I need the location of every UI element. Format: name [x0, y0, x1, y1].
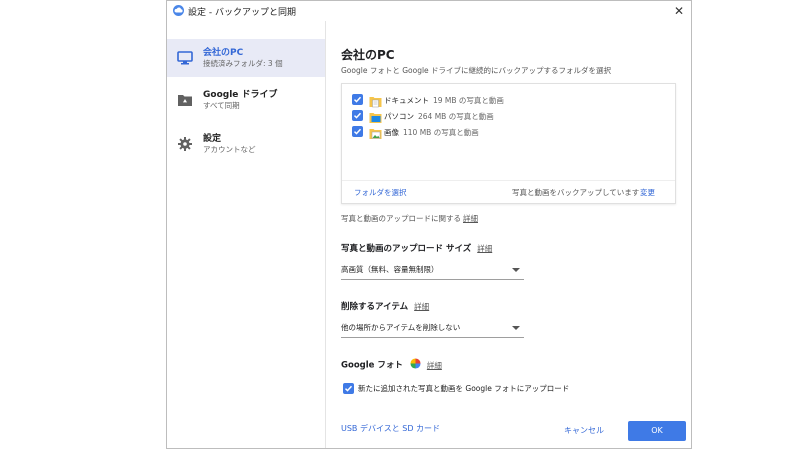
folder-row: パソコン 264 MB の写真と動画 — [352, 109, 652, 123]
sidebar-item-settings[interactable]: 設定 アカウントなど — [167, 125, 325, 163]
delete-items-detail-link[interactable]: 詳細 — [414, 302, 429, 311]
sidebar-item-sublabel: すべて同期 — [203, 101, 240, 110]
select-folders-link[interactable]: フォルダを選択 — [354, 187, 407, 198]
delete-items-value: 他の場所からアイテムを削除しない — [341, 323, 461, 332]
title-bar: 設定 - バックアップと同期 ✕ — [167, 1, 691, 21]
backup-sync-cloud-icon — [173, 5, 184, 16]
folder-row: 画像 110 MB の写真と動画 — [352, 125, 652, 139]
drive-folder-icon — [177, 92, 193, 108]
upload-size-detail-link[interactable]: 詳細 — [477, 244, 492, 253]
delete-items-select[interactable]: 他の場所からアイテムを削除しない — [341, 319, 524, 338]
gear-icon — [177, 136, 193, 152]
sidebar-item-label: Google ドライブ — [203, 90, 278, 100]
documents-folder-icon — [369, 93, 382, 108]
delete-items-heading-text: 削除するアイテム — [341, 302, 409, 312]
google-photos-upload-checkbox[interactable] — [343, 383, 354, 394]
sidebar-item-sublabel: 接続済みフォルダ: 3 個 — [203, 59, 283, 68]
upload-detail-text: 写真と動画のアップロードに関する — [341, 214, 461, 223]
folder-size: 264 MB の写真と動画 — [418, 112, 494, 121]
change-link[interactable]: 変更 — [640, 187, 655, 198]
window-title: 設定 - バックアップと同期 — [188, 8, 296, 18]
folder-name: パソコン — [384, 112, 414, 121]
google-photos-detail-link[interactable]: 詳細 — [427, 361, 442, 370]
usb-sd-card-link[interactable]: USB デバイスと SD カード — [341, 423, 440, 434]
close-button[interactable]: ✕ — [671, 3, 687, 19]
sidebar-item-sublabel: アカウントなど — [203, 145, 256, 154]
pictures-folder-icon — [369, 125, 382, 139]
folder-panel-footer: フォルダを選択 写真と動画をバックアップしています 変更 — [342, 180, 675, 203]
google-photos-upload-label: 新たに追加された写真と動画を Google フォトにアップロード — [358, 384, 570, 393]
upload-size-heading: 写真と動画のアップロード サイズ 詳細 — [341, 242, 492, 254]
monitor-icon — [177, 50, 193, 66]
google-photos-pinwheel-icon — [410, 358, 421, 372]
google-photos-heading-text: Google フォト — [341, 360, 403, 371]
sidebar: 会社のPC 接続済みフォルダ: 3 個 Google ドライブ すべて同期 設定… — [167, 21, 326, 448]
sidebar-item-label: 会社のPC — [203, 48, 244, 58]
folder-size: 110 MB の写真と動画 — [403, 128, 479, 137]
folder-name: 画像 — [384, 128, 399, 137]
sidebar-item-label: 設定 — [203, 134, 222, 144]
sidebar-item-my-pc[interactable]: 会社のPC 接続済みフォルダ: 3 個 — [167, 39, 325, 77]
backup-status-text: 写真と動画をバックアップしています — [512, 188, 640, 197]
page-description: Google フォトと Google ドライブに継続的にバックアップするフォルダ… — [341, 66, 612, 75]
folder-checkbox[interactable] — [352, 126, 363, 137]
folder-row: ドキュメント 19 MB の写真と動画 — [352, 93, 652, 108]
google-photos-heading: Google フォト 詳細 — [341, 358, 442, 372]
chevron-down-icon — [512, 326, 520, 330]
upload-size-heading-text: 写真と動画のアップロード サイズ — [341, 244, 472, 254]
sidebar-item-google-drive[interactable]: Google ドライブ すべて同期 — [167, 81, 325, 119]
folder-checkbox[interactable] — [352, 110, 363, 121]
upload-size-select[interactable]: 高画質（無料、容量無制限） — [341, 261, 524, 280]
main-panel: 会社のPC Google フォトと Google ドライブに継続的にバックアップ… — [326, 21, 691, 448]
chevron-down-icon — [512, 268, 520, 272]
settings-window: 設定 - バックアップと同期 ✕ 会社のPC 接続済みフォルダ: 3 個 Goo… — [166, 0, 692, 449]
folder-checkbox[interactable] — [352, 94, 363, 105]
desktop-folder-icon — [369, 109, 382, 123]
folder-name: ドキュメント — [384, 96, 429, 105]
upload-detail-link[interactable]: 詳細 — [463, 214, 478, 223]
ok-button[interactable]: OK — [628, 421, 686, 441]
upload-detail-line: 写真と動画のアップロードに関する 詳細 — [341, 213, 478, 224]
upload-size-value: 高画質（無料、容量無制限） — [341, 265, 439, 274]
folder-list-panel: ドキュメント 19 MB の写真と動画 パソコン 264 MB の写真と動画 画… — [341, 83, 676, 204]
cancel-button[interactable]: キャンセル — [559, 422, 609, 440]
page-title: 会社のPC — [341, 48, 395, 62]
google-photos-upload-option: 新たに追加された写真と動画を Google フォトにアップロード — [343, 382, 643, 396]
delete-items-heading: 削除するアイテム 詳細 — [341, 300, 429, 312]
folder-size: 19 MB の写真と動画 — [433, 96, 504, 105]
